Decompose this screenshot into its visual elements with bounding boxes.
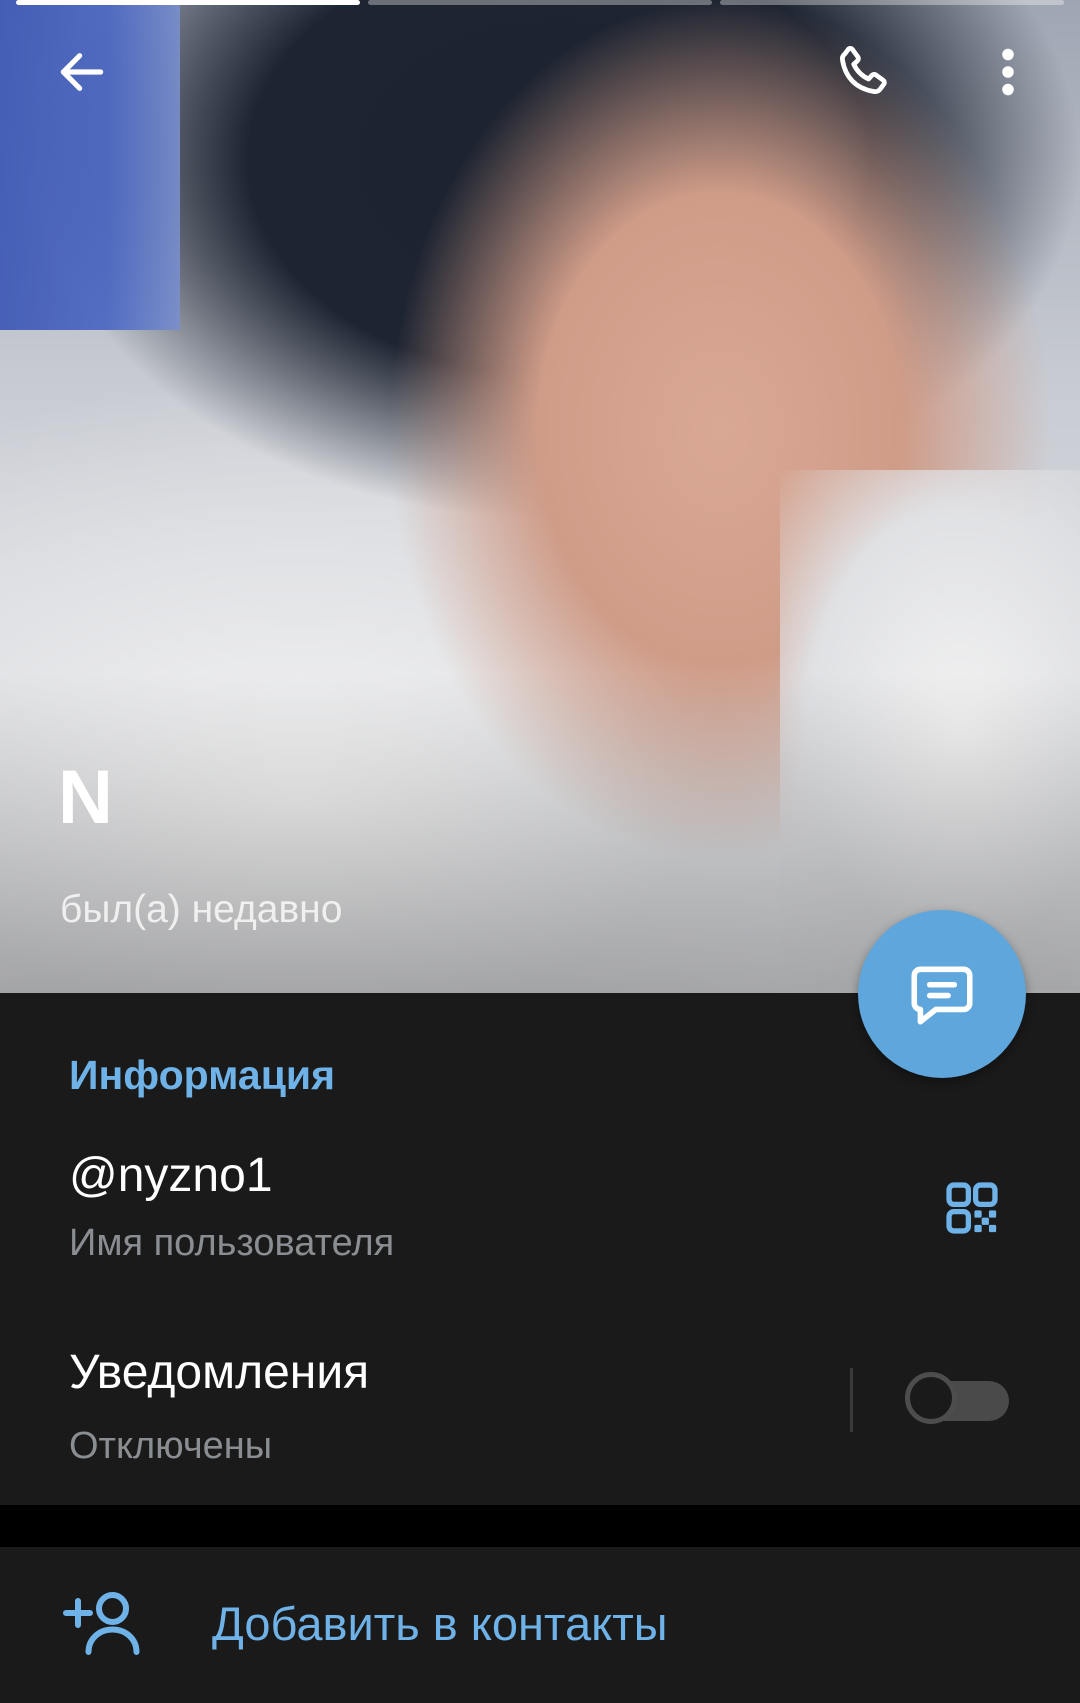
section-separator <box>0 1505 1080 1547</box>
notifications-status: Отключены <box>69 1425 273 1467</box>
more-vertical-icon <box>1002 48 1014 96</box>
more-options-button[interactable] <box>972 36 1044 108</box>
send-message-button[interactable] <box>858 910 1026 1078</box>
toggle-knob <box>905 1372 957 1424</box>
progress-segment <box>368 0 712 5</box>
add-contact-label[interactable]: Добавить в контакты <box>212 1596 668 1651</box>
qr-code-icon <box>946 1182 998 1234</box>
profile-photo[interactable] <box>0 0 1080 993</box>
username-label: Имя пользователя <box>69 1222 395 1264</box>
section-title-info: Информация <box>69 1052 336 1098</box>
username-value[interactable]: @nyzno1 <box>69 1148 273 1203</box>
progress-segment-active <box>16 0 360 5</box>
profile-last-seen-status: был(а) недавно <box>60 888 343 931</box>
arrow-left-icon <box>60 53 104 91</box>
call-button[interactable] <box>826 36 898 108</box>
message-icon <box>911 966 973 1025</box>
progress-segment <box>720 0 1064 5</box>
story-progress-bar <box>16 0 1064 6</box>
notifications-toggle[interactable] <box>905 1371 1009 1427</box>
profile-name: N <box>58 755 113 840</box>
back-button[interactable] <box>46 36 118 108</box>
phone-icon <box>840 46 887 94</box>
notifications-title[interactable]: Уведомления <box>69 1345 369 1400</box>
toggle-divider <box>850 1368 853 1432</box>
add-user-icon <box>60 1586 144 1658</box>
qr-code-button[interactable] <box>936 1172 1008 1244</box>
